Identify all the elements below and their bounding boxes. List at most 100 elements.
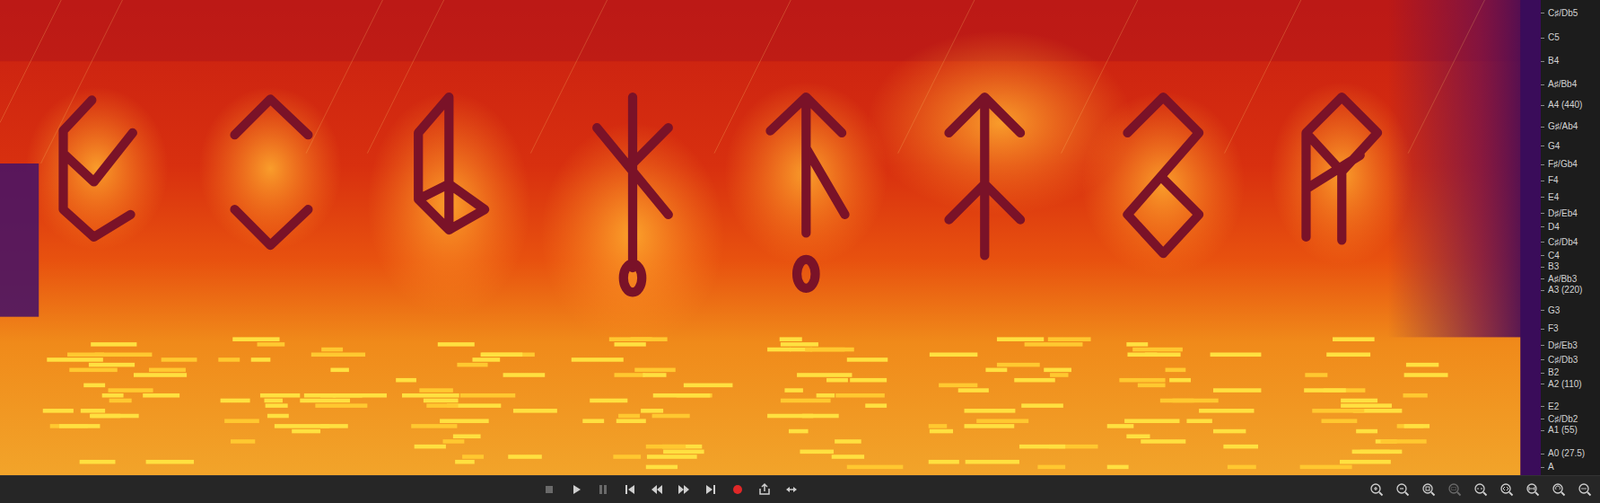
selection-icon — [1447, 481, 1462, 497]
axis-label: A♯/Bb3 — [1547, 274, 1577, 284]
axis-tick: E2 — [1540, 402, 1559, 411]
narrow-icon — [1473, 481, 1488, 497]
axis-tick: D4 — [1540, 222, 1560, 232]
tick-mark — [1540, 12, 1545, 14]
tick-mark — [1540, 372, 1545, 374]
forward-icon — [676, 481, 691, 497]
tick-mark — [1540, 358, 1545, 360]
axis-label: C4 — [1547, 251, 1560, 261]
axis-label: A1 (55) — [1547, 425, 1578, 435]
spectrogram-image-icon — [0, 0, 1541, 475]
axis-tick: F3 — [1540, 323, 1559, 333]
loop-icon — [784, 481, 799, 497]
tick-mark — [1540, 289, 1545, 291]
axis-label: D♯/Eb3 — [1547, 340, 1578, 350]
axis-tick: B3 — [1540, 262, 1559, 272]
axis-label: C♯/Db4 — [1547, 237, 1578, 247]
stop-button — [538, 479, 560, 499]
minus-button[interactable] — [1390, 479, 1415, 499]
tick-mark — [1540, 383, 1545, 385]
more-icon — [1577, 481, 1592, 497]
axis-tick: A♯/Bb3 — [1540, 274, 1577, 284]
play-icon — [568, 481, 584, 497]
axis-label: A2 (110) — [1547, 379, 1583, 389]
tick-mark — [1540, 104, 1545, 106]
axis-tick: A1 (55) — [1540, 425, 1578, 435]
axis-tick: C4 — [1540, 251, 1560, 261]
axis-tick: G3 — [1540, 306, 1560, 315]
widen-button[interactable] — [1495, 479, 1519, 499]
tick-mark — [1540, 180, 1545, 182]
axis-tick: A3 (220) — [1540, 285, 1583, 295]
axis-tick: D♯/Eb4 — [1540, 209, 1578, 219]
tick-mark — [1540, 196, 1545, 198]
plus-button[interactable] — [1364, 479, 1389, 499]
frequency-axis: C♯/Db5C5B4A♯/Bb4A4 (440)G♯/Ab4G4F♯/Gb4F4… — [1540, 0, 1600, 475]
export-button[interactable] — [753, 479, 776, 499]
editor-window: C♯/Db5C5B4A♯/Bb4A4 (440)G♯/Ab4G4F♯/Gb4F4… — [0, 0, 1600, 503]
minus-icon — [1395, 481, 1410, 497]
axis-tick: F♯/Gb4 — [1540, 159, 1578, 169]
axis-label: C♯/Db5 — [1547, 8, 1578, 18]
axis-label: E4 — [1547, 192, 1559, 202]
axis-tick: A — [1540, 462, 1555, 472]
fit-icon — [1421, 481, 1436, 497]
fit-button[interactable] — [1416, 479, 1441, 499]
play-button[interactable] — [565, 479, 587, 499]
tick-mark — [1540, 466, 1545, 468]
rotate-button[interactable] — [1547, 479, 1571, 499]
axis-label: A0 (27.5) — [1547, 448, 1585, 458]
record-button[interactable] — [726, 479, 749, 499]
tick-mark — [1540, 344, 1545, 346]
selection-button — [1442, 479, 1467, 499]
axis-label: F4 — [1547, 175, 1559, 185]
rewind-button[interactable] — [646, 479, 668, 499]
tick-mark — [1540, 254, 1545, 256]
axis-label: F3 — [1547, 323, 1559, 333]
axis-tick: A4 (440) — [1540, 100, 1583, 110]
axis-label: A — [1547, 462, 1555, 472]
pause-icon — [595, 481, 611, 497]
record-icon — [730, 481, 745, 497]
axis-tick: F4 — [1540, 175, 1559, 185]
pause-button — [592, 479, 614, 499]
axis-label: C♯/Db2 — [1547, 414, 1578, 424]
axis-label: A4 (440) — [1547, 100, 1583, 110]
tick-mark — [1540, 84, 1545, 86]
zoom-controls — [1364, 479, 1600, 499]
tick-mark — [1540, 164, 1545, 166]
end-icon — [703, 481, 718, 497]
tick-mark — [1540, 418, 1545, 420]
tick-mark — [1540, 266, 1545, 268]
start-button[interactable] — [619, 479, 641, 499]
axis-label: F♯/Gb4 — [1547, 159, 1578, 169]
axis-label: A3 (220) — [1547, 285, 1583, 295]
span-icon — [1525, 481, 1540, 497]
spectrogram[interactable] — [0, 0, 1541, 475]
tick-mark — [1540, 309, 1545, 311]
forward-button[interactable] — [673, 479, 695, 499]
transport-controls — [538, 479, 803, 499]
more-button[interactable] — [1573, 479, 1597, 499]
span-button[interactable] — [1521, 479, 1545, 499]
axis-tick: E4 — [1540, 192, 1559, 202]
loop-button[interactable] — [780, 479, 803, 499]
axis-tick: C♯/Db2 — [1540, 414, 1578, 424]
axis-tick: A0 (27.5) — [1540, 448, 1585, 458]
tick-mark — [1540, 241, 1545, 243]
tick-mark — [1540, 145, 1545, 147]
rotate-icon — [1551, 481, 1566, 497]
tick-mark — [1540, 61, 1545, 62]
spectral-view: C♯/Db5C5B4A♯/Bb4A4 (440)G♯/Ab4G4F♯/Gb4F4… — [0, 0, 1600, 475]
axis-tick: B4 — [1540, 56, 1559, 66]
axis-tick: G4 — [1540, 141, 1560, 151]
axis-label: B4 — [1547, 56, 1559, 66]
plus-icon — [1369, 481, 1384, 497]
tick-mark — [1540, 212, 1545, 214]
end-button[interactable] — [699, 479, 722, 499]
axis-label: D♯/Eb4 — [1547, 209, 1578, 219]
narrow-button[interactable] — [1468, 479, 1493, 499]
start-icon — [622, 481, 638, 497]
axis-label: B3 — [1547, 262, 1559, 272]
axis-label: C♯/Db3 — [1547, 355, 1578, 365]
